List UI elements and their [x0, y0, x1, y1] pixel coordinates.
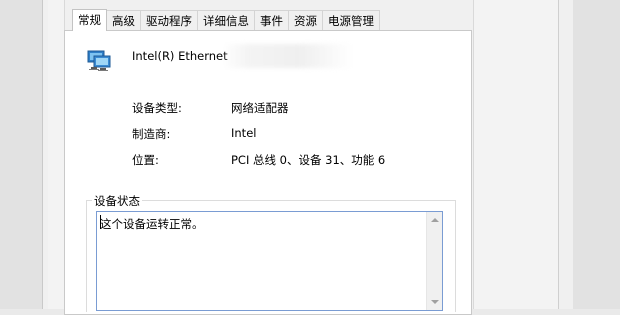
tab-bar: 常规 高级 驱动程序 详细信息 事件 资源 电源管理: [72, 9, 380, 31]
background-left: [0, 0, 42, 309]
tab-general[interactable]: 常规: [72, 9, 107, 31]
tab-details[interactable]: 详细信息: [197, 10, 255, 30]
scroll-up-arrow-icon[interactable]: [431, 218, 439, 222]
manufacturer-value: Intel: [231, 126, 257, 140]
redacted-area: [222, 44, 352, 68]
tab-events[interactable]: 事件: [254, 10, 289, 30]
device-name: Intel(R) Ethernet: [132, 49, 228, 63]
location-label: 位置:: [132, 153, 159, 167]
device-status-title: 设备状态: [92, 193, 142, 209]
tab-driver[interactable]: 驱动程序: [140, 10, 198, 30]
network-adapter-icon: [87, 50, 111, 71]
status-scrollbar[interactable]: [426, 212, 442, 310]
dialog-edge-left: [48, 0, 65, 309]
tab-resources[interactable]: 资源: [288, 10, 323, 30]
device-status-textbox[interactable]: 这个设备运转正常。: [96, 211, 443, 311]
manufacturer-label: 制造商:: [132, 127, 171, 141]
dialog-edge-right: [473, 0, 559, 309]
device-status-text: 这个设备运转正常。: [100, 217, 204, 231]
device-type-value: 网络适配器: [231, 101, 289, 115]
location-value: PCI 总线 0、设备 31、功能 6: [231, 153, 386, 167]
tab-advanced[interactable]: 高级: [106, 10, 141, 30]
background-right: [573, 0, 620, 309]
scroll-down-arrow-icon[interactable]: [431, 300, 439, 304]
tab-power-management[interactable]: 电源管理: [322, 10, 380, 30]
device-type-label: 设备类型:: [132, 101, 182, 115]
